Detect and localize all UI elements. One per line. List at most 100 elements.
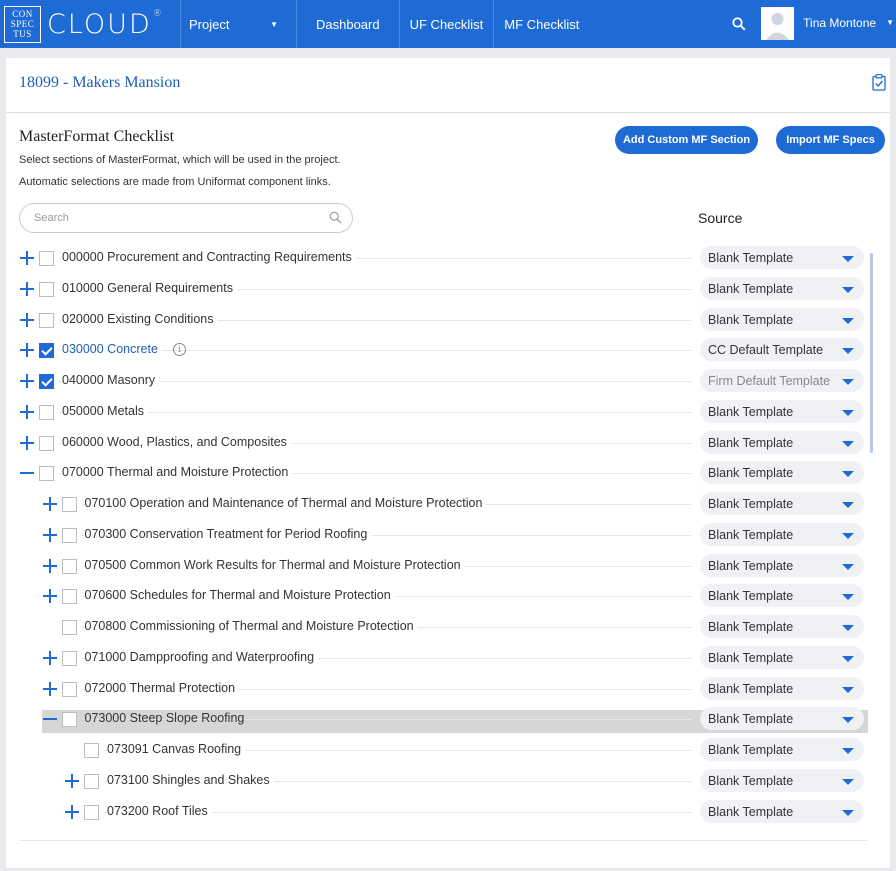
mf-section-row[interactable]: 070300 Conservation Treatment for Period… — [6, 523, 868, 554]
expand-plus-icon[interactable] — [19, 404, 35, 420]
expand-plus-icon[interactable] — [19, 342, 35, 358]
expand-plus-icon[interactable] — [42, 527, 58, 543]
mf-section-row[interactable]: 020000 Existing Conditions Blank Template — [6, 308, 868, 339]
caret-down-icon — [842, 471, 854, 477]
mf-section-row[interactable]: 073100 Shingles and Shakes Blank Template — [6, 769, 868, 800]
expand-plus-icon[interactable] — [19, 435, 35, 451]
source-dropdown[interactable]: Blank Template — [700, 584, 864, 607]
user-name[interactable]: Tina Montone — [794, 0, 886, 48]
section-checkbox[interactable] — [61, 497, 77, 512]
source-dropdown[interactable]: Blank Template — [700, 615, 864, 638]
source-dropdown[interactable]: Blank Template — [700, 461, 864, 484]
source-dropdown[interactable]: Blank Template — [700, 400, 864, 423]
expand-plus-icon[interactable] — [19, 312, 35, 328]
nav-dashboard[interactable]: Dashboard — [297, 0, 400, 48]
section-checkbox[interactable] — [61, 712, 77, 727]
section-checkbox[interactable] — [84, 805, 99, 820]
source-dropdown-value: Blank Template — [708, 404, 794, 419]
expand-plus-icon[interactable] — [19, 250, 35, 266]
section-checkbox[interactable] — [39, 282, 54, 297]
mf-section-row[interactable]: 070100 Operation and Maintenance of Ther… — [6, 492, 868, 523]
mf-section-row[interactable]: 073000 Steep Slope Roofing Blank Template — [6, 707, 868, 738]
mf-section-row[interactable]: 070500 Common Work Results for Thermal a… — [6, 554, 868, 585]
mf-section-row[interactable]: 060000 Wood, Plastics, and Composites Bla… — [6, 431, 868, 462]
section-checkbox[interactable] — [61, 620, 77, 635]
mf-section-row[interactable]: 010000 General Requirements Blank Templat… — [6, 277, 868, 308]
collapse-minus-icon[interactable] — [42, 711, 58, 727]
expand-plus-icon[interactable] — [64, 773, 80, 789]
source-dropdown[interactable]: Blank Template — [700, 707, 864, 730]
section-checkbox[interactable] — [39, 313, 54, 328]
source-dropdown[interactable]: Blank Template — [700, 308, 864, 331]
expand-plus-icon[interactable] — [42, 650, 58, 666]
expand-plus-icon[interactable] — [42, 558, 58, 574]
section-checkbox[interactable] — [84, 774, 99, 789]
section-checkbox[interactable] — [61, 589, 77, 604]
section-checkbox[interactable] — [61, 651, 77, 666]
expand-plus-icon[interactable] — [19, 373, 35, 389]
nav-mf-checklist[interactable]: MF Checklist — [494, 0, 589, 48]
expand-plus-icon[interactable] — [19, 281, 35, 297]
section-label: 070600 Schedules for Thermal and Moistur… — [84, 588, 395, 602]
section-checkbox[interactable] — [39, 374, 54, 389]
section-label: 073000 Steep Slope Roofing — [84, 711, 245, 725]
mf-section-row[interactable]: 073200 Roof Tiles Blank Template — [6, 800, 868, 831]
source-dropdown[interactable]: Blank Template — [700, 738, 864, 761]
expand-plus-icon[interactable] — [42, 588, 58, 604]
mf-section-row[interactable]: 070000 Thermal and Moisture Protection Bl… — [6, 461, 868, 492]
search-icon[interactable] — [329, 211, 342, 229]
source-dropdown[interactable]: Blank Template — [700, 277, 864, 300]
mf-section-row[interactable]: 071000 Dampproofing and Waterproofing Bla… — [6, 646, 868, 677]
caret-down-icon[interactable]: ▼ — [886, 0, 896, 48]
mf-section-row[interactable]: 040000 Masonry Firm Default Template — [6, 369, 868, 400]
source-dropdown[interactable]: Blank Template — [700, 769, 864, 792]
expand-plus-icon[interactable] — [42, 496, 58, 512]
source-dropdown[interactable]: Blank Template — [700, 431, 864, 454]
source-dropdown-value: Blank Template — [708, 681, 794, 696]
user-avatar[interactable] — [761, 7, 795, 40]
section-checkbox[interactable] — [39, 343, 54, 358]
section-checkbox[interactable] — [39, 405, 54, 420]
expand-plus-icon[interactable] — [64, 804, 80, 820]
expand-plus-icon[interactable] — [42, 681, 58, 697]
mf-section-row[interactable]: 072000 Thermal Protection Blank Template — [6, 677, 868, 708]
section-checkbox[interactable] — [61, 559, 77, 574]
masterformat-list: 000000 Procurement and Contracting Requi… — [6, 246, 868, 838]
mf-section-row[interactable]: 070800 Commissioning of Thermal and Mois… — [6, 615, 868, 646]
section-checkbox[interactable] — [84, 743, 99, 758]
mf-section-row[interactable]: 030000 Concrete i CC Default Template — [6, 338, 868, 369]
caret-down-icon — [842, 687, 854, 693]
source-dropdown[interactable]: Blank Template — [700, 246, 864, 269]
source-dropdown[interactable]: Blank Template — [700, 677, 864, 700]
clipboard-check-icon[interactable] — [872, 74, 886, 96]
section-checkbox[interactable] — [61, 528, 77, 543]
search-icon[interactable] — [717, 0, 761, 48]
caret-down-icon — [842, 656, 854, 662]
conspectus-cloud-logo[interactable]: CON SPEC TUS CLOUD® — [0, 0, 180, 48]
search-input[interactable] — [34, 212, 314, 224]
section-label: 060000 Wood, Plastics, and Composites — [62, 435, 291, 449]
nav-uf-checklist[interactable]: UF Checklist — [400, 0, 495, 48]
source-dropdown[interactable]: CC Default Template — [700, 338, 864, 361]
project-dropdown[interactable]: Project ▼ — [180, 0, 297, 48]
section-checkbox[interactable] — [39, 436, 54, 451]
add-custom-mf-section-button[interactable]: Add Custom MF Section — [615, 126, 758, 154]
section-checkbox[interactable] — [39, 466, 54, 481]
section-checkbox[interactable] — [61, 682, 77, 697]
mf-section-row[interactable]: 070600 Schedules for Thermal and Moistur… — [6, 584, 868, 615]
mf-section-row[interactable]: 000000 Procurement and Contracting Requi… — [6, 246, 868, 277]
source-dropdown[interactable]: Blank Template — [700, 523, 864, 546]
logo-word: CLOUD — [47, 8, 152, 40]
mf-section-row[interactable]: 050000 Metals Blank Template — [6, 400, 868, 431]
source-dropdown[interactable]: Blank Template — [700, 800, 864, 823]
source-dropdown[interactable]: Blank Template — [700, 492, 864, 515]
mf-section-row[interactable]: 073091 Canvas Roofing Blank Template — [6, 738, 868, 769]
section-checkbox[interactable] — [39, 251, 54, 266]
source-dropdown[interactable]: Blank Template — [700, 646, 864, 669]
source-dropdown[interactable]: Blank Template — [700, 554, 864, 577]
import-mf-specs-button[interactable]: Import MF Specs — [776, 126, 885, 154]
source-dropdown[interactable]: Firm Default Template — [700, 369, 864, 392]
collapse-minus-icon[interactable] — [19, 465, 35, 481]
info-icon[interactable]: i — [173, 343, 186, 356]
scrollbar-thumb[interactable] — [870, 253, 873, 453]
